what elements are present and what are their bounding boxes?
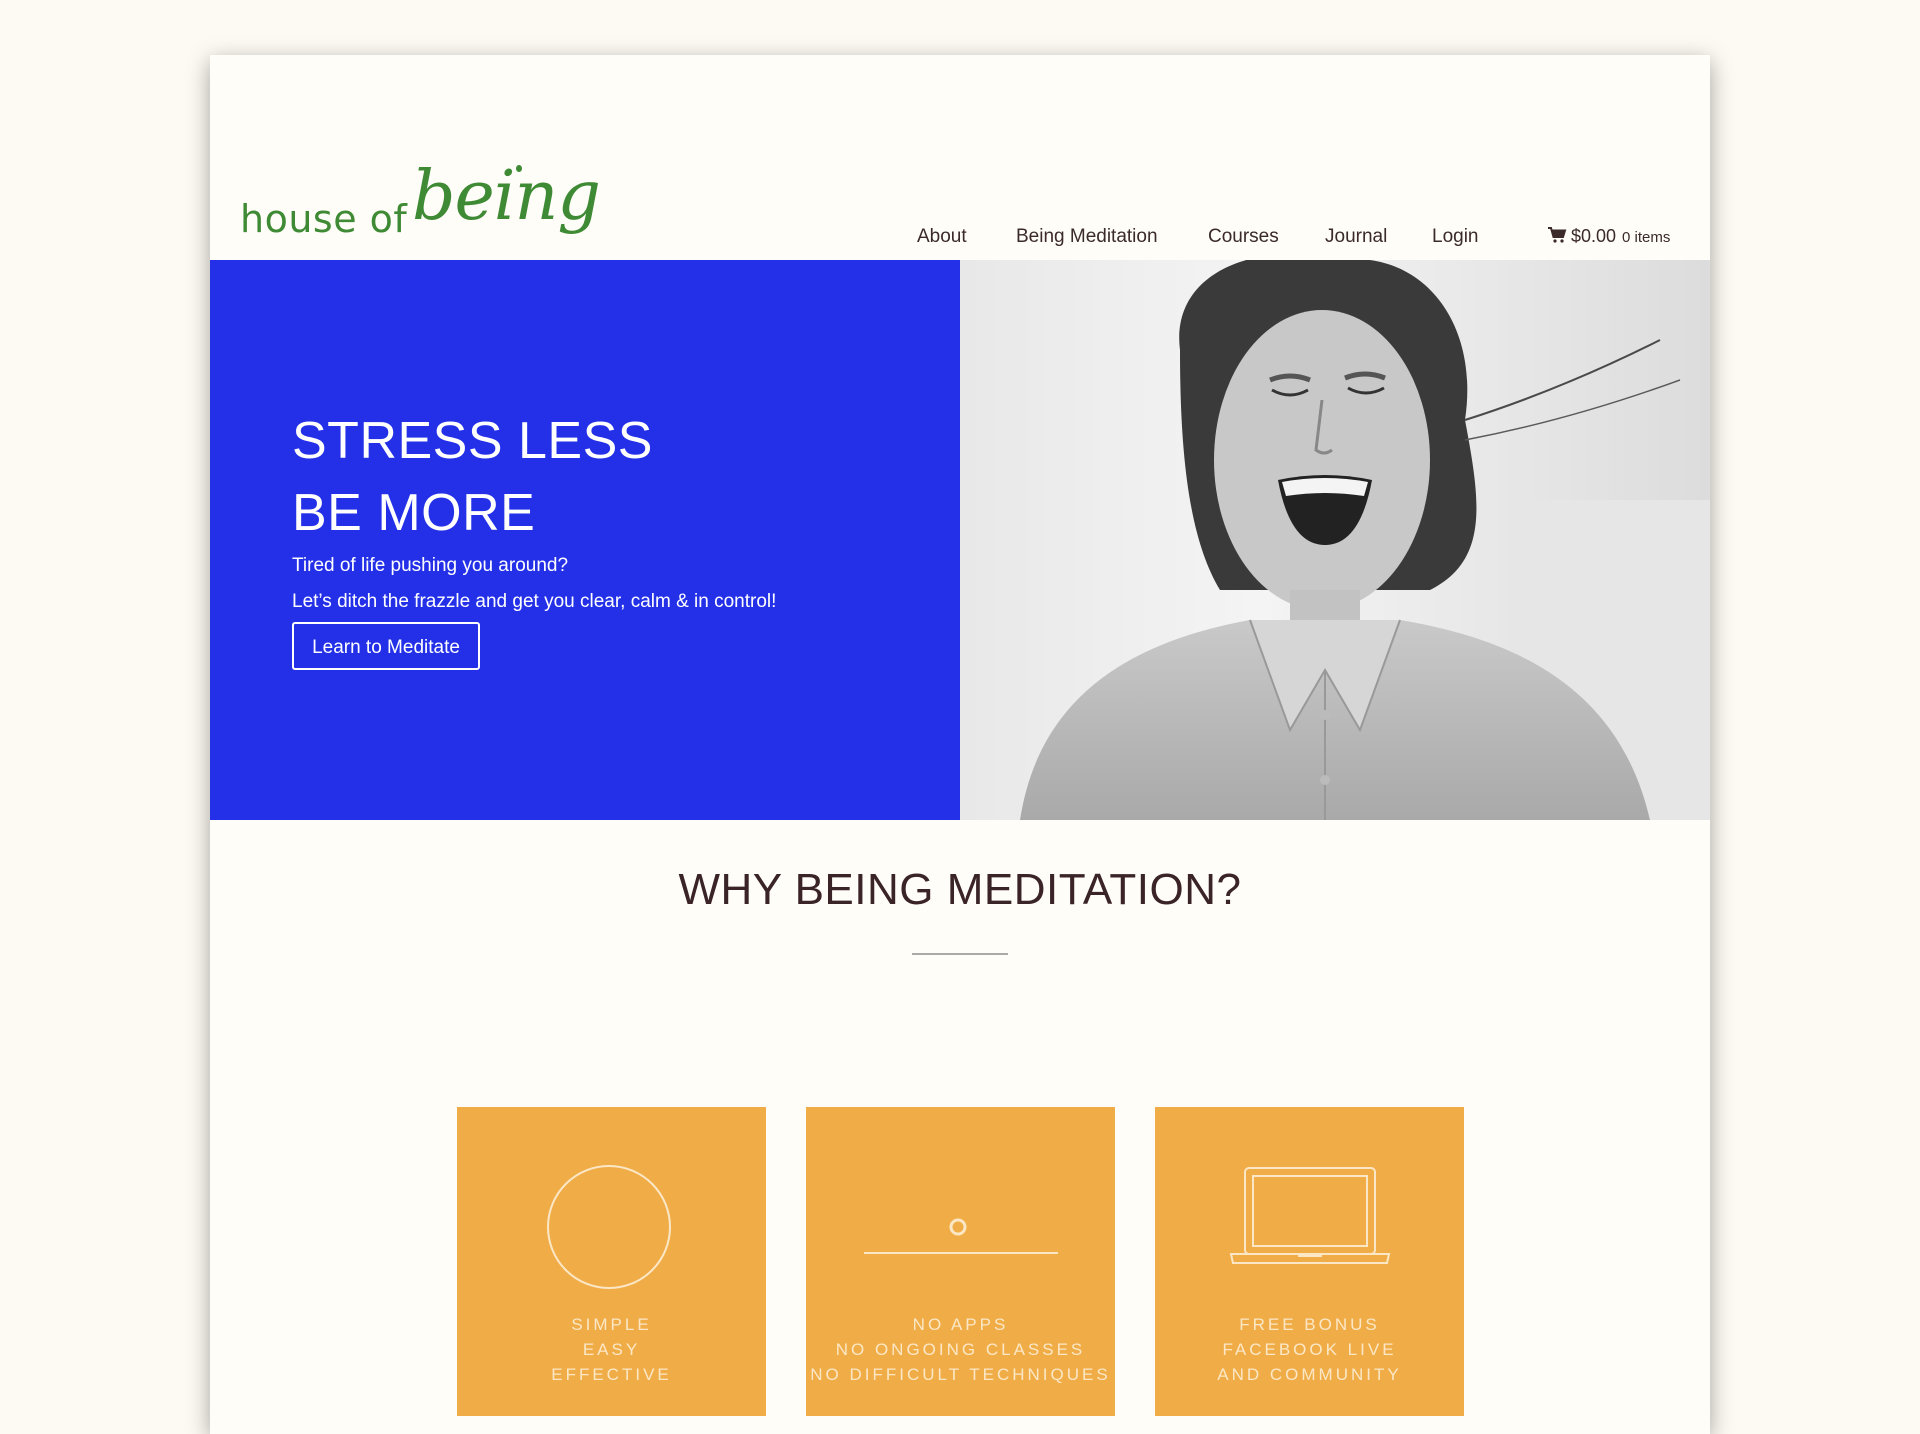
nav-item-login[interactable]: Login [1432,226,1479,248]
feature-card-text: FREE BONUS FACEBOOK LIVE AND COMMUNITY [1155,1312,1464,1387]
learn-to-meditate-button[interactable]: Learn to Meditate [292,622,480,670]
cart-icon [1548,227,1567,243]
feature-line: EFFECTIVE [551,1365,672,1384]
hero-title-line-1: STRESS LESS [292,412,653,470]
feature-card-text: SIMPLE EASY EFFECTIVE [457,1312,766,1387]
hero-subtitle-1: Tired of life pushing you around? [292,555,569,576]
dot-line-icon [864,1218,1058,1254]
page: house of being About Being Meditation Co… [210,55,1710,1434]
cart-item-count: 0 items [1622,229,1671,246]
feature-card-simple: SIMPLE EASY EFFECTIVE [457,1107,766,1416]
feature-line: EASY [582,1340,641,1359]
feature-card-text: NO APPS NO ONGOING CLASSES NO DIFFICULT … [806,1312,1115,1387]
feature-line: NO DIFFICULT TECHNIQUES [810,1365,1111,1384]
hero-photo-illustration [1020,260,1710,820]
section-title: WHY BEING MEDITATION? [678,865,1242,914]
feature-line: NO APPS [912,1315,1009,1334]
feature-line: NO ONGOING CLASSES [835,1340,1086,1359]
feature-line: FACEBOOK LIVE [1222,1340,1397,1359]
section-divider [912,953,1008,955]
cart-total: $0.00 [1571,226,1617,246]
feature-card-free-bonus: FREE BONUS FACEBOOK LIVE AND COMMUNITY [1155,1107,1464,1416]
main-nav: About Being Meditation Courses Journal L… [210,226,1710,258]
feature-line: SIMPLE [571,1315,652,1334]
hero-panel: STRESS LESS BE MORE Tired of life pushin… [210,260,960,820]
hero-photo [960,260,1710,820]
nav-item-about[interactable]: About [917,226,967,248]
hero-title: STRESS LESS BE MORE [292,405,653,549]
hero-title-line-2: BE MORE [292,484,536,542]
feature-line: FREE BONUS [1239,1315,1380,1334]
laptop-icon [1229,1167,1391,1264]
nav-item-journal[interactable]: Journal [1325,226,1387,248]
feature-line: AND COMMUNITY [1217,1365,1402,1384]
cart-link[interactable]: $0.00 0 items [1547,226,1670,247]
hero-section: STRESS LESS BE MORE Tired of life pushin… [210,260,1710,820]
circle-icon [547,1165,671,1289]
logo-text-being: being [412,157,601,236]
nav-item-courses[interactable]: Courses [1208,226,1279,248]
feature-card-no-apps: NO APPS NO ONGOING CLASSES NO DIFFICULT … [806,1107,1115,1416]
nav-item-being-meditation[interactable]: Being Meditation [1016,226,1158,248]
hero-subtitle-2: Let’s ditch the frazzle and get you clea… [292,591,777,612]
